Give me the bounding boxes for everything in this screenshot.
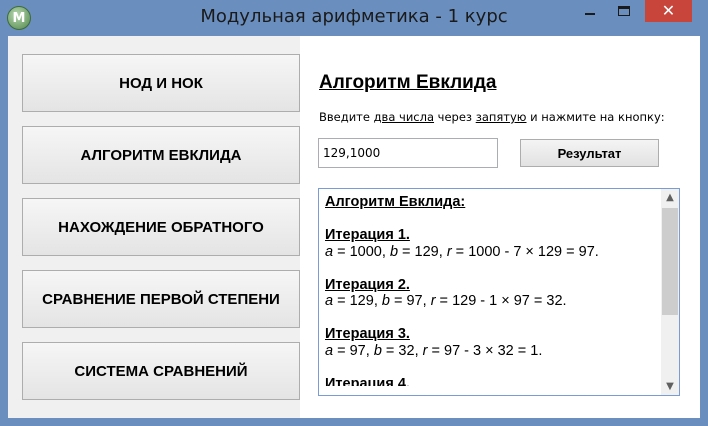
value-r: 97 - 3 × 32 = 1. bbox=[444, 342, 543, 359]
output-content: Алгоритм Евклида: Итерация 1. a = 1000, … bbox=[325, 194, 655, 386]
page-title: Алгоритм Евклида bbox=[319, 72, 497, 93]
minimize-icon bbox=[585, 13, 595, 15]
output-textbox[interactable]: Алгоритм Евклида: Итерация 1. a = 1000, … bbox=[318, 188, 680, 396]
instruction-part: Введите bbox=[319, 110, 374, 124]
var-b: b bbox=[389, 243, 399, 260]
maximize-button[interactable] bbox=[610, 0, 638, 22]
sep: , bbox=[414, 342, 423, 359]
iteration-label: Итерация 3. bbox=[325, 326, 410, 342]
eq: = bbox=[427, 342, 444, 359]
eq: = bbox=[333, 342, 350, 359]
value-a: 1000 bbox=[349, 243, 382, 260]
value-b: 129 bbox=[414, 243, 439, 260]
sep: , bbox=[381, 243, 390, 260]
eq: = bbox=[398, 243, 415, 260]
gcd-lcm-button[interactable]: НОД И НОК bbox=[22, 54, 300, 112]
scroll-thumb[interactable] bbox=[662, 208, 678, 315]
app-window: M Модульная арифметика - 1 курс ✕ НОД И … bbox=[0, 0, 708, 426]
iteration-label-partial: Итерация 4. bbox=[325, 375, 410, 386]
close-button[interactable]: ✕ bbox=[645, 0, 692, 22]
eq: = bbox=[333, 293, 350, 309]
euclid-algorithm-button[interactable]: АЛГОРИТМ ЕВКЛИДА bbox=[22, 126, 300, 184]
iteration-label: Итерация 1. bbox=[325, 227, 410, 243]
var-a: a bbox=[325, 293, 334, 309]
sep: , bbox=[373, 293, 382, 309]
vertical-scrollbar[interactable]: ▲ ▼ bbox=[661, 189, 679, 395]
var-b: b bbox=[373, 342, 382, 359]
modular-inverse-button[interactable]: НАХОЖДЕНИЕ ОБРАТНОГО bbox=[22, 198, 300, 256]
iteration-formula: a = 129, b = 97, r = 129 - 1 × 97 = 32. bbox=[325, 293, 655, 310]
scroll-down-icon[interactable]: ▼ bbox=[661, 378, 679, 395]
title-bar[interactable]: M Модульная арифметика - 1 курс ✕ bbox=[0, 0, 708, 36]
sep: , bbox=[422, 293, 431, 309]
var-b: b bbox=[381, 293, 390, 309]
value-a: 97 bbox=[349, 342, 366, 359]
value-r: 1000 - 7 × 129 = 97. bbox=[468, 243, 599, 260]
value-b: 97 bbox=[406, 293, 423, 309]
var-a: a bbox=[325, 342, 334, 359]
instruction-part: и нажмите на кнопку: bbox=[526, 110, 665, 124]
eq: = bbox=[381, 342, 399, 359]
instruction-part: через bbox=[434, 110, 476, 124]
eq: = bbox=[451, 243, 469, 260]
iteration-formula: a = 1000, b = 129, r = 1000 - 7 × 129 = … bbox=[325, 244, 655, 261]
value-r: 129 - 1 × 97 = 32. bbox=[452, 293, 567, 309]
value-a: 129 bbox=[349, 293, 374, 309]
eq: = bbox=[389, 293, 407, 309]
sep: , bbox=[438, 243, 447, 260]
value-b: 32 bbox=[398, 342, 415, 359]
instruction-text: Введите два числа через запятую и нажмит… bbox=[319, 110, 665, 124]
client-area: НОД И НОК АЛГОРИТМ ЕВКЛИДА НАХОЖДЕНИЕ ОБ… bbox=[8, 36, 700, 418]
result-button[interactable]: Результат bbox=[520, 139, 659, 167]
output-heading: Алгоритм Евклида: bbox=[325, 194, 466, 210]
instruction-underlined: запятую bbox=[475, 110, 527, 124]
scroll-up-icon[interactable]: ▲ bbox=[661, 189, 679, 206]
eq: = bbox=[435, 293, 453, 309]
iteration-formula: a = 97, b = 32, r = 97 - 3 × 32 = 1. bbox=[325, 343, 655, 360]
content-panel: Алгоритм Евклида Введите два числа через… bbox=[300, 36, 700, 418]
menu-panel: НОД И НОК АЛГОРИТМ ЕВКЛИДА НАХОЖДЕНИЕ ОБ… bbox=[8, 36, 300, 418]
linear-congruence-button[interactable]: СРАВНЕНИЕ ПЕРВОЙ СТЕПЕНИ bbox=[22, 270, 300, 328]
iteration-label: Итерация 2. bbox=[325, 276, 410, 293]
instruction-underlined: два числа bbox=[373, 110, 435, 124]
sep: , bbox=[365, 342, 374, 359]
close-icon: ✕ bbox=[661, 1, 676, 20]
maximize-icon bbox=[618, 6, 630, 16]
numbers-input[interactable]: 129,1000 bbox=[318, 138, 498, 168]
var-a: a bbox=[325, 243, 334, 260]
minimize-button[interactable] bbox=[576, 0, 604, 22]
congruence-system-button[interactable]: СИСТЕМА СРАВНЕНИЙ bbox=[22, 342, 300, 400]
eq: = bbox=[333, 243, 350, 260]
